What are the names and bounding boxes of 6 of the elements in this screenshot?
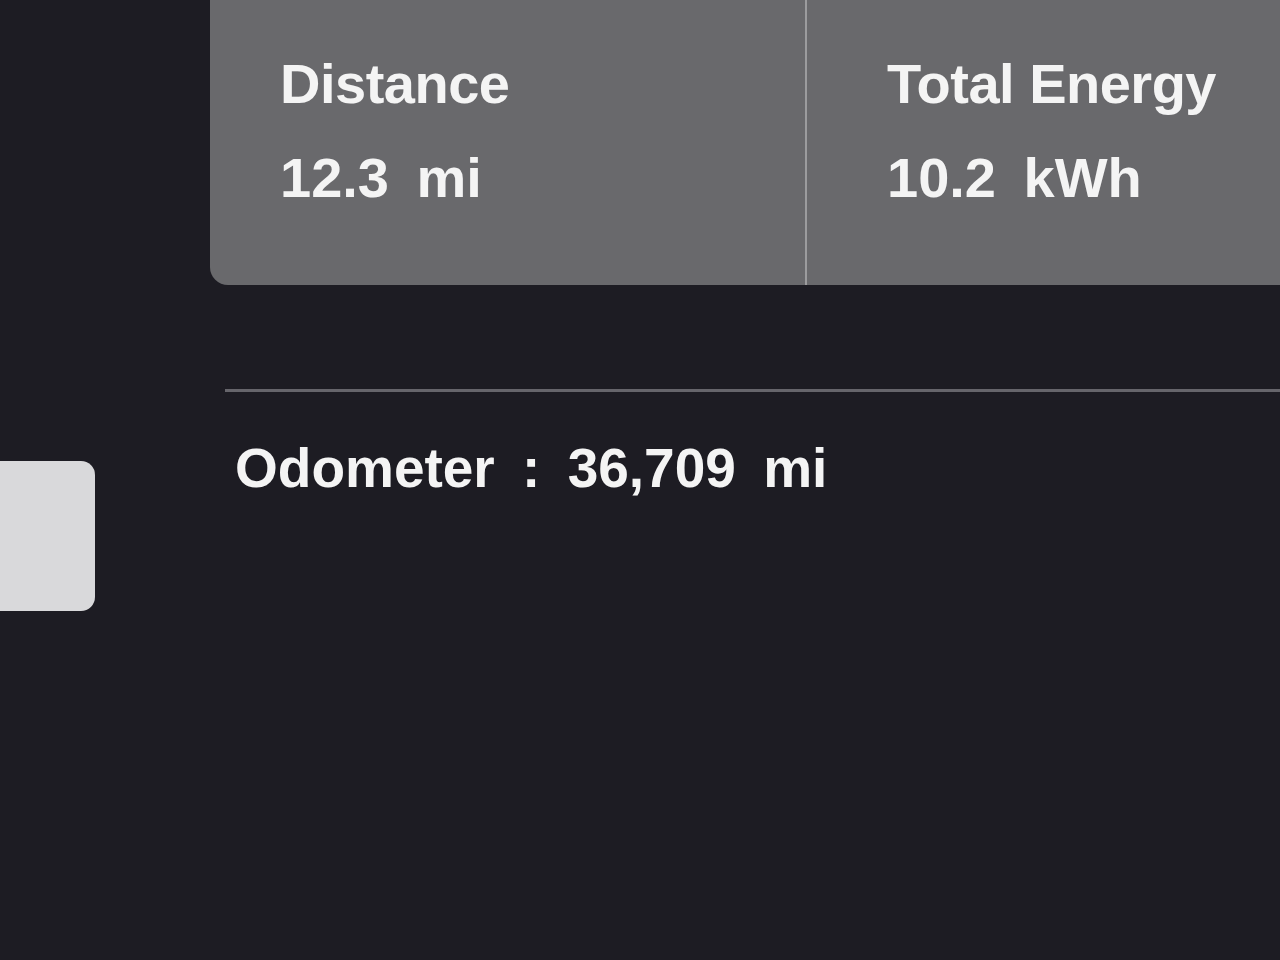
side-button[interactable] [0,461,95,611]
stat-value: 10.2 kWh [887,146,1143,210]
stat-value: 12.3 mi [280,146,483,210]
odometer-reading: Odometer : 36,709 mi [235,437,828,500]
stat-label: Distance [280,52,511,116]
stat-label: Total Energy [887,52,1217,116]
